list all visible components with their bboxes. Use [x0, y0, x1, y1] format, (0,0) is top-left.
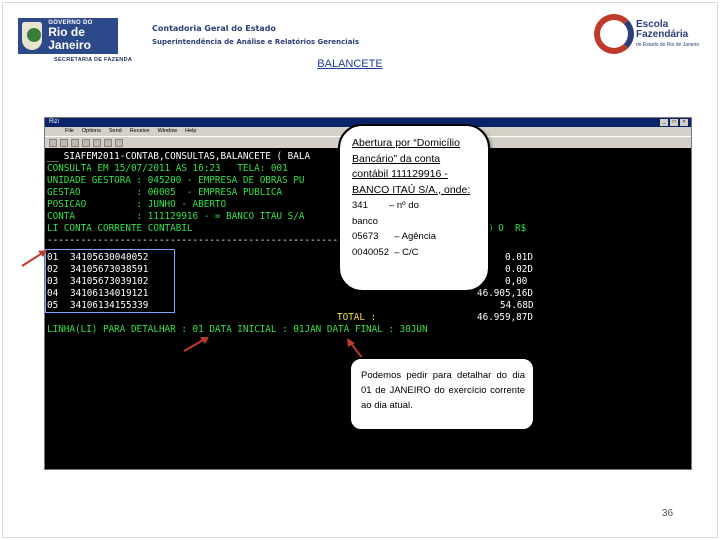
menu-help[interactable]: Help	[185, 127, 196, 136]
row-02-number: 34105673038591	[70, 264, 149, 275]
page-number: 36	[662, 508, 674, 519]
query-date-line: CONSULTA EM 15/07/2011 AS 16:23 TELA: 00…	[47, 163, 288, 174]
toolbar-new-icon[interactable]	[49, 139, 57, 147]
menu-window[interactable]: Window	[158, 127, 178, 136]
row-05-id: 05	[47, 300, 59, 311]
close-icon[interactable]: ×	[680, 119, 688, 126]
escola-subtitle: do Estado do Rio de Janeiro	[636, 42, 700, 48]
minimize-icon[interactable]: _	[660, 119, 668, 126]
coat-of-arms-icon	[22, 22, 43, 50]
conta-line: CONTA : 111129916 - = BANCO ITAU S/A	[47, 211, 305, 222]
escola-line2: Fazendária	[636, 29, 689, 40]
screen-header-line: __ SIAFEM2011-CONTAB,CONSULTAS,BALANCETE…	[47, 151, 311, 162]
callout1-body: 341 – nº do banco 05673 – Agência 004005…	[352, 200, 436, 258]
bank-domicile-callout: Abertura por “Domicílio Bancário” da con…	[338, 124, 490, 292]
menu-send[interactable]: Send	[109, 127, 122, 136]
column-header-right: D O R$	[487, 223, 527, 234]
escola-ring-icon	[594, 14, 634, 54]
maximize-icon[interactable]: □	[670, 119, 678, 126]
row-04-value: 46.905,16D	[477, 288, 533, 299]
escola-fazendaria-logo: Escola Fazendária do Estado do Rio de Ja…	[594, 14, 706, 56]
slide-title-link[interactable]: BALANCETE	[300, 58, 400, 70]
total-value: 46.959,87D	[477, 312, 533, 323]
total-label: TOTAL :	[337, 312, 377, 323]
government-logo: GOVERNO DO Rio de Janeiro	[18, 18, 118, 54]
toolbar-save-icon[interactable]	[71, 139, 79, 147]
unidade-gestora-line: UNIDADE GESTORA : 045200 - EMPRESA DE OB…	[47, 175, 305, 186]
terminal-title: Rizi	[49, 119, 59, 125]
column-header-line: LI CONTA CORRENTE CONTABIL	[47, 223, 193, 234]
toolbar-print-icon[interactable]	[82, 139, 90, 147]
menu-receive[interactable]: Receive	[130, 127, 150, 136]
toolbar-copy-icon[interactable]	[93, 139, 101, 147]
detail-footer-line[interactable]: LINHA(LI) PARA DETALHAR : 01 DATA INICIA…	[47, 324, 428, 336]
posicao-line: POSICAO : JUNHO - ABERTO	[47, 199, 227, 210]
menu-file[interactable]: File	[65, 127, 74, 136]
row-02-value: 0.02D	[505, 264, 533, 275]
row-03-value: 0,00	[505, 276, 528, 287]
row-01-value: 0.01D	[505, 252, 533, 263]
row-04-number: 34106134019121	[70, 288, 149, 299]
arrow-detail-icon	[183, 337, 209, 352]
row-01-number: 34105630040052	[70, 252, 149, 263]
callout1-title: Abertura por “Domicílio Bancário” da con…	[352, 137, 471, 196]
row-05-value: 54.68D	[500, 300, 534, 311]
menu-options[interactable]: Options	[82, 127, 101, 136]
org-name: Contadoria Geral do Estado	[152, 24, 276, 33]
row-03-id: 03	[47, 276, 59, 287]
gov-state-name: Rio de Janeiro	[48, 25, 91, 52]
toolbar-paste-icon[interactable]	[104, 139, 112, 147]
secretaria-label: SECRETARIA DE FAZENDA	[54, 57, 133, 63]
arrow-row-icon	[21, 250, 47, 267]
row-04-id: 04	[47, 288, 59, 299]
row-05-number: 34106134155339	[70, 300, 149, 311]
row-03-number: 34105673039102	[70, 276, 149, 287]
gestao-line: GESTAO : 00005 - EMPRESA PUBLICA	[47, 187, 283, 198]
toolbar-settings-icon[interactable]	[115, 139, 123, 147]
detail-period-callout: Podemos pedir para detalhar do dia 01 de…	[349, 357, 535, 431]
org-department: Superintendência de Análise e Relatórios…	[152, 38, 359, 46]
toolbar-open-icon[interactable]	[60, 139, 68, 147]
